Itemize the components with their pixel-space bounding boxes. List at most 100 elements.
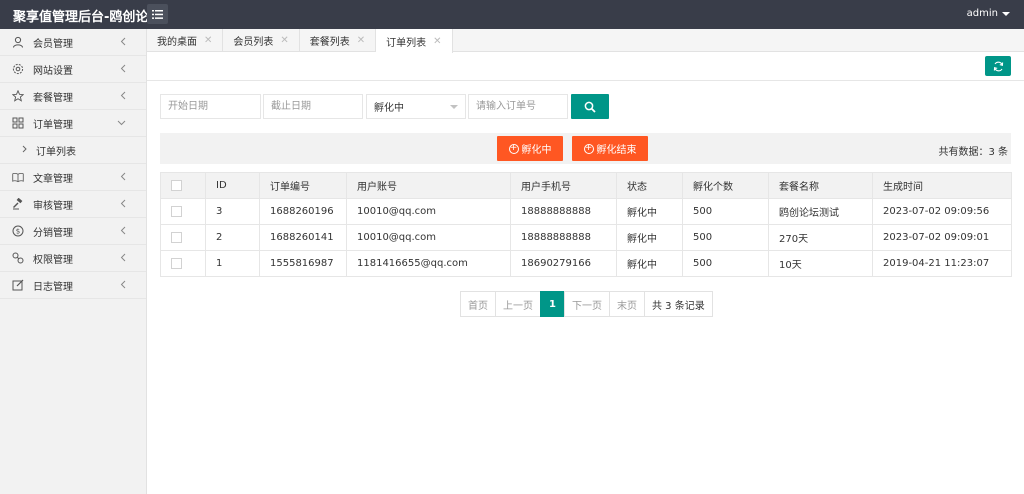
- cell-status: 孵化中: [616, 224, 683, 251]
- sidebar: 会员管理 网站设置 套餐管理 订单管理 订单列表 文章管理 审核管理 $ 分销管…: [0, 29, 147, 494]
- star-icon: [12, 90, 24, 102]
- search-button[interactable]: [571, 94, 609, 119]
- start-date-input[interactable]: [160, 94, 261, 119]
- cell-created: 2023-07-02 09:09:01: [872, 224, 1012, 251]
- sidebar-item-site-settings[interactable]: 网站设置: [0, 56, 146, 83]
- edit-icon: [12, 279, 24, 291]
- cell-created: 2019-04-21 11:23:07: [872, 250, 1012, 277]
- menu-toggle-button[interactable]: [147, 4, 168, 24]
- select-all-cell: [160, 172, 206, 199]
- chevron-left-icon: [120, 64, 126, 76]
- sidebar-item-permissions[interactable]: 权限管理: [0, 245, 146, 272]
- chevron-left-icon: [120, 280, 126, 292]
- cell-phone: 18888888888: [510, 198, 617, 225]
- sidebar-item-articles[interactable]: 文章管理: [0, 164, 146, 191]
- sidebar-item-distribution[interactable]: $ 分销管理: [0, 218, 146, 245]
- close-icon[interactable]: ✕: [204, 35, 212, 46]
- tab-label: 套餐列表: [309, 37, 350, 48]
- chevron-left-icon: [120, 37, 126, 49]
- sidebar-item-label: 分销管理: [33, 227, 73, 239]
- column-header: 生成时间: [872, 172, 1012, 199]
- tab-member-list[interactable]: 会员列表 ✕: [223, 29, 300, 52]
- top-header: 聚享值管理后台-鸥创论 admin: [0, 0, 1024, 29]
- page-first[interactable]: 首页: [460, 291, 496, 317]
- pagination: 首页 上一页 1 下一页 末页 共 3 条记录: [460, 291, 713, 317]
- caret-down-icon: [450, 105, 458, 109]
- cell-id: 2: [205, 224, 260, 251]
- sidebar-item-packages[interactable]: 套餐管理: [0, 83, 146, 110]
- chevron-left-icon: [120, 172, 126, 184]
- close-icon[interactable]: ✕: [280, 35, 288, 46]
- page-current[interactable]: 1: [540, 291, 565, 317]
- sidebar-item-orders[interactable]: 订单管理: [0, 110, 146, 137]
- cell-order-no: 1555816987: [259, 250, 347, 277]
- row-select-cell: [160, 250, 206, 277]
- page-info: 共 3 条记录: [644, 291, 713, 317]
- filter-incubating-button[interactable]: + 孵化中: [497, 136, 563, 161]
- tab-bar: 我的桌面 ✕ 会员列表 ✕ 套餐列表 ✕ 订单列表 ✕: [147, 29, 1024, 53]
- chevron-left-icon: [120, 91, 126, 103]
- chevron-left-icon: [120, 226, 126, 238]
- username: admin: [966, 8, 998, 19]
- sidebar-item-label: 会员管理: [33, 38, 73, 50]
- column-header: 订单编号: [259, 172, 347, 199]
- user-menu[interactable]: admin: [967, 8, 1010, 19]
- sidebar-item-members[interactable]: 会员管理: [0, 29, 146, 56]
- sidebar-item-label: 权限管理: [33, 254, 73, 266]
- plus-circle-icon: +: [508, 143, 519, 154]
- tab-order-list[interactable]: 订单列表 ✕: [376, 29, 453, 53]
- tab-my-desktop[interactable]: 我的桌面 ✕: [147, 29, 224, 52]
- row-checkbox[interactable]: [171, 205, 182, 217]
- row-checkbox[interactable]: [171, 257, 182, 269]
- close-icon[interactable]: ✕: [433, 36, 441, 47]
- dollar-icon: $: [12, 225, 24, 237]
- tab-label: 会员列表: [233, 37, 274, 48]
- close-icon[interactable]: ✕: [357, 35, 365, 46]
- page-last[interactable]: 末页: [609, 291, 645, 317]
- column-header: 用户手机号: [510, 172, 617, 199]
- row-checkbox[interactable]: [171, 231, 182, 243]
- cell-account: 10010@qq.com: [346, 224, 511, 251]
- status-select-value: 孵化中: [374, 103, 404, 114]
- order-number-input[interactable]: [468, 94, 568, 119]
- chevron-down-icon: [117, 118, 126, 129]
- sidebar-subitem-order-list[interactable]: 订单列表: [0, 137, 146, 164]
- table-row: 3 1688260196 10010@qq.com 18888888888 孵化…: [160, 198, 1012, 225]
- table-header-row: ID 订单编号 用户账号 用户手机号 状态 孵化个数 套餐名称 生成时间: [160, 172, 1012, 199]
- status-select[interactable]: 孵化中: [366, 94, 466, 119]
- cell-package: 鸥创论坛测试: [768, 198, 873, 225]
- orders-table: ID 订单编号 用户账号 用户手机号 状态 孵化个数 套餐名称 生成时间 3 1…: [160, 172, 1012, 277]
- filter-finished-button[interactable]: + 孵化结束: [572, 136, 648, 161]
- cell-order-no: 1688260196: [259, 198, 347, 225]
- sidebar-item-label: 套餐管理: [33, 92, 73, 104]
- sidebar-item-review[interactable]: 审核管理: [0, 191, 146, 218]
- cell-status: 孵化中: [616, 250, 683, 277]
- column-header: ID: [205, 172, 260, 199]
- column-header: 状态: [616, 172, 683, 199]
- cell-id: 3: [205, 198, 260, 225]
- select-all-checkbox[interactable]: [171, 179, 182, 191]
- table-row: 1 1555816987 1181416655@qq.com 186902791…: [160, 250, 1012, 277]
- chevron-left-icon: [120, 253, 126, 265]
- sidebar-subitem-label: 订单列表: [36, 146, 76, 158]
- caret-down-icon: [1002, 11, 1010, 16]
- column-header: 用户账号: [346, 172, 511, 199]
- chevron-left-icon: [120, 199, 126, 211]
- tab-package-list[interactable]: 套餐列表 ✕: [300, 29, 377, 52]
- sidebar-item-label: 订单管理: [33, 119, 73, 131]
- sidebar-item-label: 文章管理: [33, 173, 73, 185]
- end-date-input[interactable]: [263, 94, 363, 119]
- sidebar-item-logs[interactable]: 日志管理: [0, 272, 146, 299]
- sidebar-item-label: 审核管理: [33, 200, 73, 212]
- page-prev[interactable]: 上一页: [495, 291, 541, 317]
- page-next[interactable]: 下一页: [564, 291, 610, 317]
- cell-count: 500: [682, 198, 769, 225]
- cell-created: 2023-07-02 09:09:56: [872, 198, 1012, 225]
- brand-title: 聚享值管理后台-鸥创论: [13, 10, 149, 25]
- refresh-button[interactable]: [985, 56, 1011, 76]
- refresh-icon: [993, 61, 1003, 71]
- list-icon: [152, 9, 163, 19]
- cell-phone: 18888888888: [510, 224, 617, 251]
- gavel-icon: [12, 198, 24, 210]
- cell-account: 1181416655@qq.com: [346, 250, 511, 277]
